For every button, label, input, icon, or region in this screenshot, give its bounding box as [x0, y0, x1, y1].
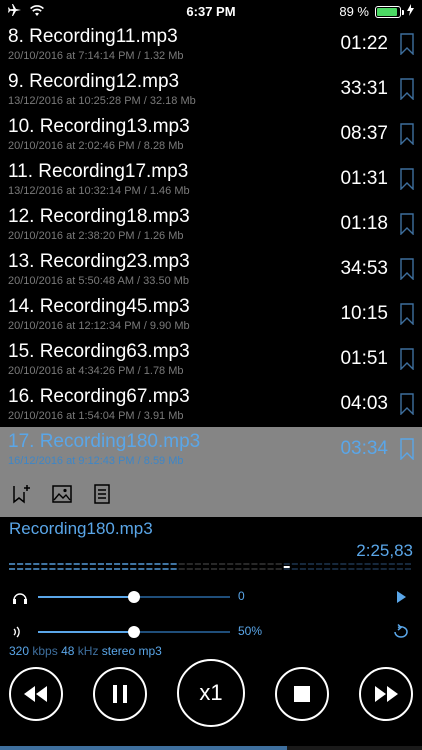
- bookmark-icon[interactable]: [400, 348, 414, 371]
- samplerate-unit: kHz: [77, 644, 99, 658]
- recording-row[interactable]: 11. Recording17.mp3 13/12/2016 at 10:32:1…: [0, 157, 422, 202]
- recording-title: 12. Recording18.mp3: [8, 206, 190, 227]
- recording-row[interactable]: 13. Recording23.mp3 20/10/2016 at 5:50:48…: [0, 247, 422, 292]
- bookmark-icon[interactable]: [400, 438, 414, 461]
- recording-title: 9. Recording12.mp3: [8, 71, 180, 92]
- bookmark-icon[interactable]: [400, 123, 414, 146]
- recording-duration: 08:37: [340, 123, 388, 144]
- recording-duration: 01:31: [340, 168, 388, 189]
- recording-title: 16. Recording67.mp3: [8, 386, 190, 407]
- volume-value: 50%: [238, 624, 263, 638]
- charging-icon: [407, 4, 414, 19]
- recording-duration: 10:15: [340, 303, 388, 324]
- recording-row[interactable]: 14. Recording45.mp3 20/10/2016 at 12:12:3…: [0, 292, 422, 337]
- recording-meta: 20/10/2016 at 7:14:14 PM / 1.32 Mb: [8, 50, 184, 62]
- samplerate-value: 48: [61, 644, 75, 658]
- notes-icon[interactable]: [92, 484, 112, 504]
- battery-icon: [375, 5, 404, 18]
- recording-title: 11. Recording17.mp3: [8, 161, 189, 182]
- recording-duration: 04:03: [340, 393, 388, 414]
- bookmark-icon[interactable]: [400, 303, 414, 326]
- bitrate-unit: kbps: [32, 644, 58, 658]
- pitch-slider-knob[interactable]: [128, 591, 140, 603]
- volume-icon: [11, 624, 29, 640]
- recording-title: 8. Recording11.mp3: [8, 26, 178, 47]
- pitch-value: 0: [238, 589, 245, 603]
- recordings-list: 8. Recording11.mp3 20/10/2016 at 7:14:14 …: [0, 22, 422, 472]
- rewind-icon: [24, 686, 47, 702]
- recording-title: 17. Recording180.mp3: [8, 431, 201, 452]
- recording-row[interactable]: 12. Recording18.mp3 20/10/2016 at 2:38:20…: [0, 202, 422, 247]
- recording-meta: 20/10/2016 at 1:54:04 PM / 3.91 Mb: [8, 410, 184, 422]
- fast-forward-icon: [375, 686, 398, 702]
- bookmark-icon[interactable]: [400, 258, 414, 281]
- player-title: Recording180.mp3: [9, 519, 153, 538]
- bookmark-icon[interactable]: [400, 33, 414, 56]
- player-panel: Recording180.mp3 2:25,83 0 50% 320 kbps …: [0, 517, 422, 750]
- recording-meta: 20/10/2016 at 12:12:34 PM / 9.90 Mb: [8, 320, 190, 332]
- bookmark-icon[interactable]: [400, 168, 414, 191]
- status-bar: 6:37 PM 89 %: [0, 0, 422, 22]
- bookmark-icon[interactable]: [400, 393, 414, 416]
- image-icon[interactable]: [52, 484, 72, 504]
- recording-title: 14. Recording45.mp3: [8, 296, 190, 317]
- player-time: 2:25,83: [356, 541, 413, 560]
- bitrate-value: 320: [9, 644, 30, 658]
- recording-row[interactable]: 8. Recording11.mp3 20/10/2016 at 7:14:14 …: [0, 22, 422, 67]
- speed-label: x1: [199, 680, 223, 705]
- recording-meta: 20/10/2016 at 2:38:20 PM / 1.26 Mb: [8, 230, 184, 242]
- recording-duration: 33:31: [340, 78, 388, 99]
- recording-meta: 13/12/2016 at 10:25:28 PM / 32.18 Mb: [8, 95, 196, 107]
- recording-duration: 01:22: [340, 33, 388, 54]
- recording-row[interactable]: 16. Recording67.mp3 20/10/2016 at 1:54:04…: [0, 382, 422, 427]
- recording-meta: 16/12/2016 at 9:12:43 PM / 8.59 Mb: [8, 455, 184, 467]
- recording-title: 13. Recording23.mp3: [8, 251, 190, 272]
- headphones-icon: [11, 589, 29, 605]
- selection-action-bar: [0, 472, 422, 517]
- format-value: mp3: [138, 644, 162, 658]
- pause-button[interactable]: [93, 667, 147, 721]
- pause-icon: [113, 685, 127, 703]
- bookmark-icon[interactable]: [400, 213, 414, 236]
- recording-title: 10. Recording13.mp3: [8, 116, 190, 137]
- playback-waveform[interactable]: [9, 563, 413, 571]
- transport-controls: x1: [0, 659, 422, 733]
- recording-duration: 03:34: [340, 438, 388, 459]
- fast-forward-button[interactable]: [359, 667, 413, 721]
- recording-duration: 01:18: [340, 213, 388, 234]
- rewind-button[interactable]: [9, 667, 63, 721]
- play-triangle-icon[interactable]: [392, 588, 410, 606]
- recording-row[interactable]: 10. Recording13.mp3 20/10/2016 at 2:02:46…: [0, 112, 422, 157]
- bookmark-icon[interactable]: [400, 78, 414, 101]
- audio-info: 320 kbps 48 kHz stereo mp3: [9, 644, 162, 658]
- stop-button[interactable]: [275, 667, 329, 721]
- recording-row[interactable]: 17. Recording180.mp3 16/12/2016 at 9:12:4…: [0, 427, 422, 472]
- recording-meta: 20/10/2016 at 2:02:46 PM / 8.28 Mb: [8, 140, 184, 152]
- recording-duration: 01:51: [340, 348, 388, 369]
- battery-percent: 89 %: [339, 4, 369, 19]
- add-bookmark-icon[interactable]: [11, 484, 31, 504]
- speed-button[interactable]: x1: [177, 659, 245, 727]
- stop-icon: [294, 686, 310, 702]
- channels-value: stereo: [101, 644, 136, 658]
- recording-meta: 20/10/2016 at 4:34:26 PM / 1.78 Mb: [8, 365, 184, 377]
- recording-row[interactable]: 9. Recording12.mp3 13/12/2016 at 10:25:28…: [0, 67, 422, 112]
- recording-row[interactable]: 15. Recording63.mp3 20/10/2016 at 4:34:26…: [0, 337, 422, 382]
- repeat-icon[interactable]: [392, 623, 410, 641]
- pitch-row: 0: [0, 587, 422, 607]
- recording-duration: 34:53: [340, 258, 388, 279]
- recording-meta: 20/10/2016 at 5:50:48 AM / 33.50 Mb: [8, 275, 190, 287]
- playback-progress-bar: [0, 746, 422, 750]
- volume-slider-knob[interactable]: [128, 626, 140, 638]
- recording-meta: 13/12/2016 at 10:32:14 PM / 1.46 Mb: [8, 185, 190, 197]
- recording-title: 15. Recording63.mp3: [8, 341, 190, 362]
- volume-row: 50%: [0, 622, 422, 642]
